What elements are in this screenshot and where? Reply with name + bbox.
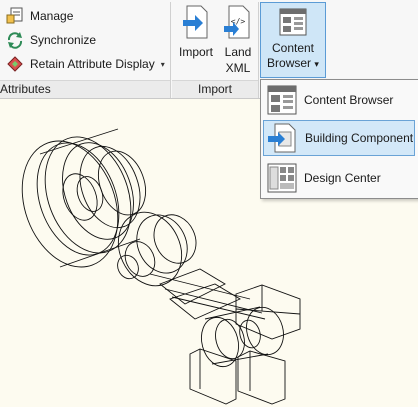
- manage-button[interactable]: Manage: [6, 6, 73, 26]
- chevron-down-icon[interactable]: ▾: [314, 59, 319, 69]
- attributes-panel-title: Attributes: [0, 80, 170, 98]
- content-browser-button[interactable]: Content Browser ▾: [260, 2, 326, 78]
- synchronize-button[interactable]: Synchronize: [6, 30, 96, 50]
- content-browser-label-line2: Browser ▾: [267, 56, 319, 70]
- retain-attribute-display-label: Retain Attribute Display: [30, 57, 155, 71]
- import-button[interactable]: Import: [176, 4, 216, 60]
- svg-text:</>: </>: [231, 17, 246, 26]
- panel-divider: [258, 2, 259, 98]
- landxml-label-line1: Land: [224, 45, 252, 59]
- panel-divider: [170, 2, 171, 98]
- import-icon: [183, 5, 208, 39]
- synchronize-label: Synchronize: [30, 33, 97, 47]
- content-browser-label-line1: Content: [271, 41, 315, 55]
- wireframe-part: [21, 128, 301, 405]
- retain-attribute-display-button[interactable]: Retain Attribute Display ▾: [6, 54, 165, 74]
- manage-attributes-icon: [6, 7, 23, 24]
- landxml-icon: </>: [224, 5, 250, 39]
- landxml-label-line2: XML: [225, 61, 251, 75]
- manage-label: Manage: [30, 9, 74, 23]
- drawing-canvas[interactable]: [0, 99, 418, 407]
- landxml-button[interactable]: </> Land XML: [218, 4, 258, 76]
- content-browser-icon: [279, 8, 307, 36]
- import-label: Import: [178, 45, 213, 59]
- synchronize-icon: [7, 32, 23, 49]
- chevron-down-icon[interactable]: ▾: [161, 60, 165, 69]
- import-panel-title: Import: [172, 80, 258, 98]
- retain-attribute-display-icon: [7, 56, 23, 72]
